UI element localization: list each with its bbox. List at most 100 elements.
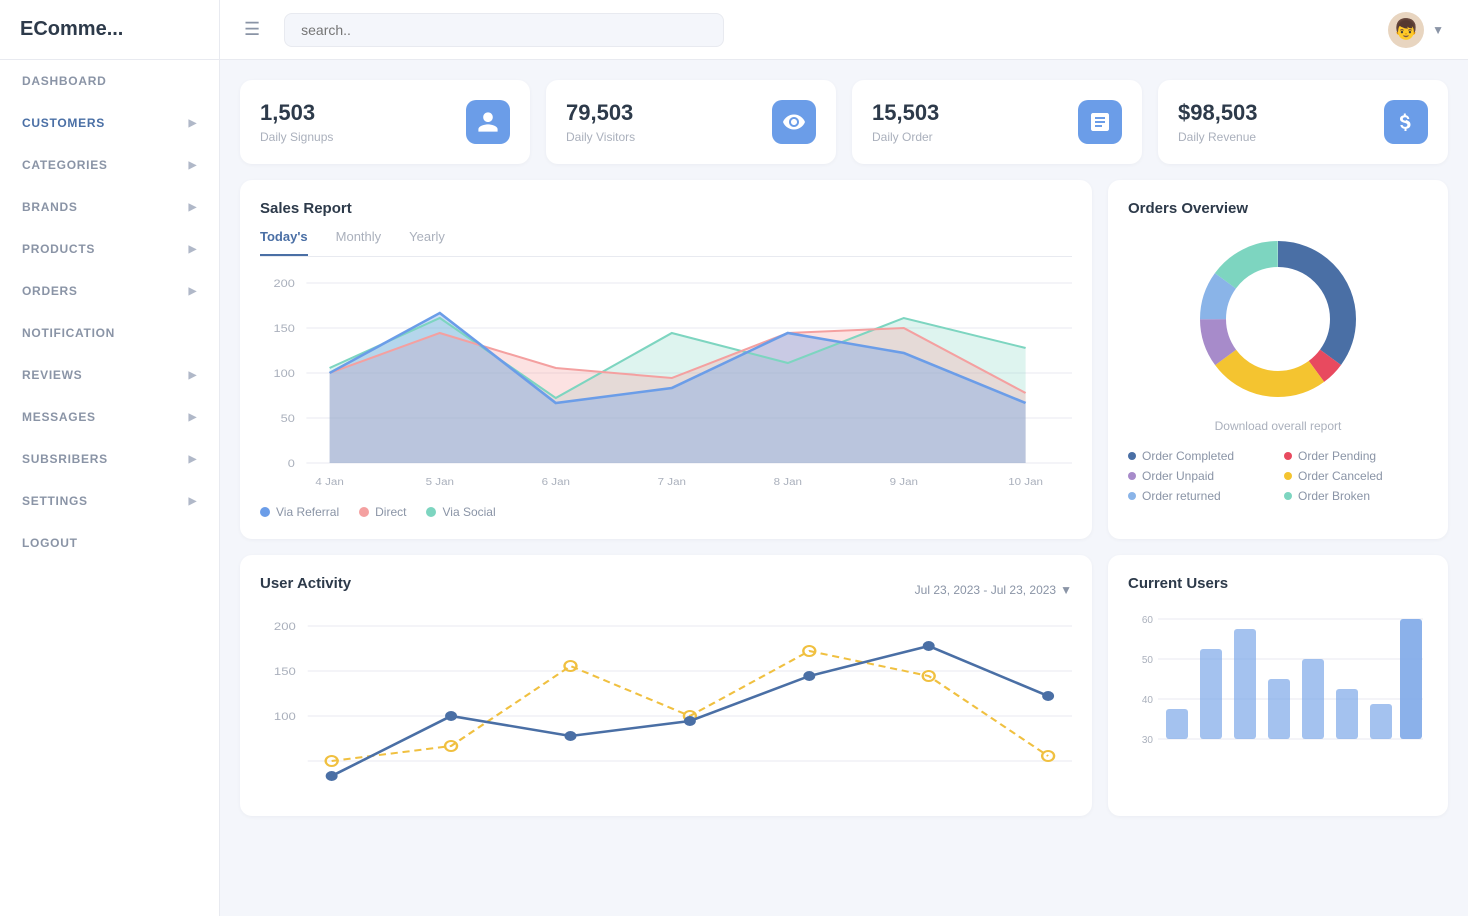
svg-text:0: 0 [288, 457, 295, 470]
svg-text:60: 60 [1142, 615, 1154, 626]
avatar: 👦 [1388, 12, 1424, 48]
stat-icon-revenue [1384, 100, 1428, 144]
sidebar-item-label: REVIEWS [22, 368, 82, 382]
main-content: ☰ 👦 ▼ 1,503 Daily Signups 79,503 Daily V… [220, 0, 1468, 916]
svg-text:40: 40 [1142, 695, 1154, 706]
sidebar-item-brands[interactable]: BRANDS ▶ [0, 186, 219, 228]
sidebar-item-label: LOGOUT [22, 536, 78, 550]
legend-label: Via Referral [276, 505, 339, 519]
stats-row: 1,503 Daily Signups 79,503 Daily Visitor… [220, 60, 1468, 164]
tab-yearly[interactable]: Yearly [409, 229, 445, 256]
sidebar-item-customers[interactable]: CUSTOMERS ▶ [0, 102, 219, 144]
sidebar-item-categories[interactable]: CATEGORIES ▶ [0, 144, 219, 186]
orders-overview-title: Orders Overview [1128, 200, 1428, 217]
legend-order-completed: Order Completed [1128, 449, 1272, 463]
sidebar-item-dashboard[interactable]: DASHBOARD [0, 60, 219, 102]
legend-label: Order Broken [1298, 489, 1370, 503]
order-dot [1128, 472, 1136, 480]
stat-label: Daily Order [872, 130, 939, 144]
order-dot [1128, 492, 1136, 500]
legend-order-unpaid: Order Unpaid [1128, 469, 1272, 483]
app-title: EComme... [20, 18, 123, 41]
sidebar-item-label: CUSTOMERS [22, 116, 105, 130]
legend-via-social: Via Social [426, 505, 495, 519]
search-input[interactable] [284, 13, 724, 47]
stat-icon-signups [466, 100, 510, 144]
stat-card-orders: 15,503 Daily Order [852, 80, 1142, 164]
order-dot [1284, 452, 1292, 460]
legend-label: Order returned [1142, 489, 1221, 503]
svg-text:4 Jan: 4 Jan [315, 477, 343, 488]
svg-text:150: 150 [274, 322, 296, 335]
sales-chart-svg: 200 150 100 50 0 4 Jan 5 Jan 6 Jan 7 Jan… [260, 273, 1072, 493]
stat-label: Daily Revenue [1178, 130, 1258, 144]
sidebar-item-products[interactable]: PRODUCTS ▶ [0, 228, 219, 270]
app-logo: EComme... [0, 0, 219, 60]
sidebar-item-messages[interactable]: MESSAGES ▶ [0, 396, 219, 438]
sidebar-item-label: PRODUCTS [22, 242, 95, 256]
svg-text:9 Jan: 9 Jan [890, 477, 918, 488]
legend-label: Order Pending [1298, 449, 1376, 463]
date-range-picker[interactable]: Jul 23, 2023 - Jul 23, 2023 ▼ [915, 583, 1072, 597]
sidebar-item-label: CATEGORIES [22, 158, 108, 172]
sales-chart-area: 200 150 100 50 0 4 Jan 5 Jan 6 Jan 7 Jan… [260, 273, 1072, 493]
legend-dot [426, 507, 436, 517]
tab-monthly[interactable]: Monthly [336, 229, 382, 256]
sidebar-item-label: MESSAGES [22, 410, 96, 424]
sidebar-item-label: SETTINGS [22, 494, 88, 508]
chevron-right-icon: ▶ [189, 202, 197, 213]
svg-text:6 Jan: 6 Jan [542, 477, 570, 488]
stat-value: $98,503 [1178, 100, 1258, 126]
sidebar-item-label: NOTIFICATION [22, 326, 115, 340]
stat-label: Daily Signups [260, 130, 333, 144]
order-dot [1284, 472, 1292, 480]
user-activity-card: User Activity Jul 23, 2023 - Jul 23, 202… [240, 555, 1092, 816]
current-users-chart: 60 50 40 30 [1128, 604, 1428, 784]
chevron-right-icon: ▶ [189, 244, 197, 255]
donut-container [1128, 229, 1428, 409]
svg-text:200: 200 [274, 620, 296, 633]
stat-icon-visitors [772, 100, 816, 144]
hamburger-icon[interactable]: ☰ [244, 19, 260, 40]
chevron-right-icon: ▶ [189, 370, 197, 381]
user-activity-header: User Activity Jul 23, 2023 - Jul 23, 202… [260, 575, 1072, 604]
sidebar-item-label: DASHBOARD [22, 74, 106, 88]
sidebar-item-notification[interactable]: NOTIFICATION [0, 312, 219, 354]
download-report-link[interactable]: Download overall report [1128, 419, 1428, 433]
legend-label: Via Social [442, 505, 495, 519]
legend-order-pending: Order Pending [1284, 449, 1428, 463]
legend-via-referral: Via Referral [260, 505, 339, 519]
sales-report-card: Sales Report Today's Monthly Yearly 200 … [240, 180, 1092, 539]
dropdown-icon: ▼ [1060, 583, 1072, 597]
sidebar-item-orders[interactable]: ORDERS ▶ [0, 270, 219, 312]
donut-chart-svg [1188, 229, 1368, 409]
tab-todays[interactable]: Today's [260, 229, 308, 256]
svg-text:100: 100 [274, 710, 296, 723]
sidebar-item-settings[interactable]: SETTINGS ▶ [0, 480, 219, 522]
sales-report-tabs: Today's Monthly Yearly [260, 229, 1072, 257]
chart-legend: Via Referral Direct Via Social [260, 505, 1072, 519]
svg-text:100: 100 [274, 367, 296, 380]
sidebar-item-reviews[interactable]: REVIEWS ▶ [0, 354, 219, 396]
avatar-dropdown-icon[interactable]: ▼ [1432, 23, 1444, 37]
stat-value: 15,503 [872, 100, 939, 126]
chevron-right-icon: ▶ [189, 118, 197, 129]
svg-text:10 Jan: 10 Jan [1008, 477, 1043, 488]
sidebar-item-subsribers[interactable]: SUBSRIBERS ▶ [0, 438, 219, 480]
user-activity-chart: 200 150 100 [260, 616, 1072, 796]
sidebar-item-logout[interactable]: LOGOUT [0, 522, 219, 564]
content-row-2: User Activity Jul 23, 2023 - Jul 23, 202… [220, 539, 1468, 836]
stat-value: 1,503 [260, 100, 333, 126]
stat-value: 79,503 [566, 100, 635, 126]
legend-order-broken: Order Broken [1284, 489, 1428, 503]
order-dot [1284, 492, 1292, 500]
stat-icon-orders [1078, 100, 1122, 144]
header: ☰ 👦 ▼ [220, 0, 1468, 60]
current-users-svg: 60 50 40 30 [1128, 604, 1428, 784]
svg-text:50: 50 [281, 412, 296, 425]
legend-order-canceled: Order Canceled [1284, 469, 1428, 483]
sidebar-item-label: ORDERS [22, 284, 78, 298]
legend-label: Order Canceled [1298, 469, 1383, 483]
chevron-right-icon: ▶ [189, 496, 197, 507]
date-range-text: Jul 23, 2023 - Jul 23, 2023 [915, 583, 1056, 597]
